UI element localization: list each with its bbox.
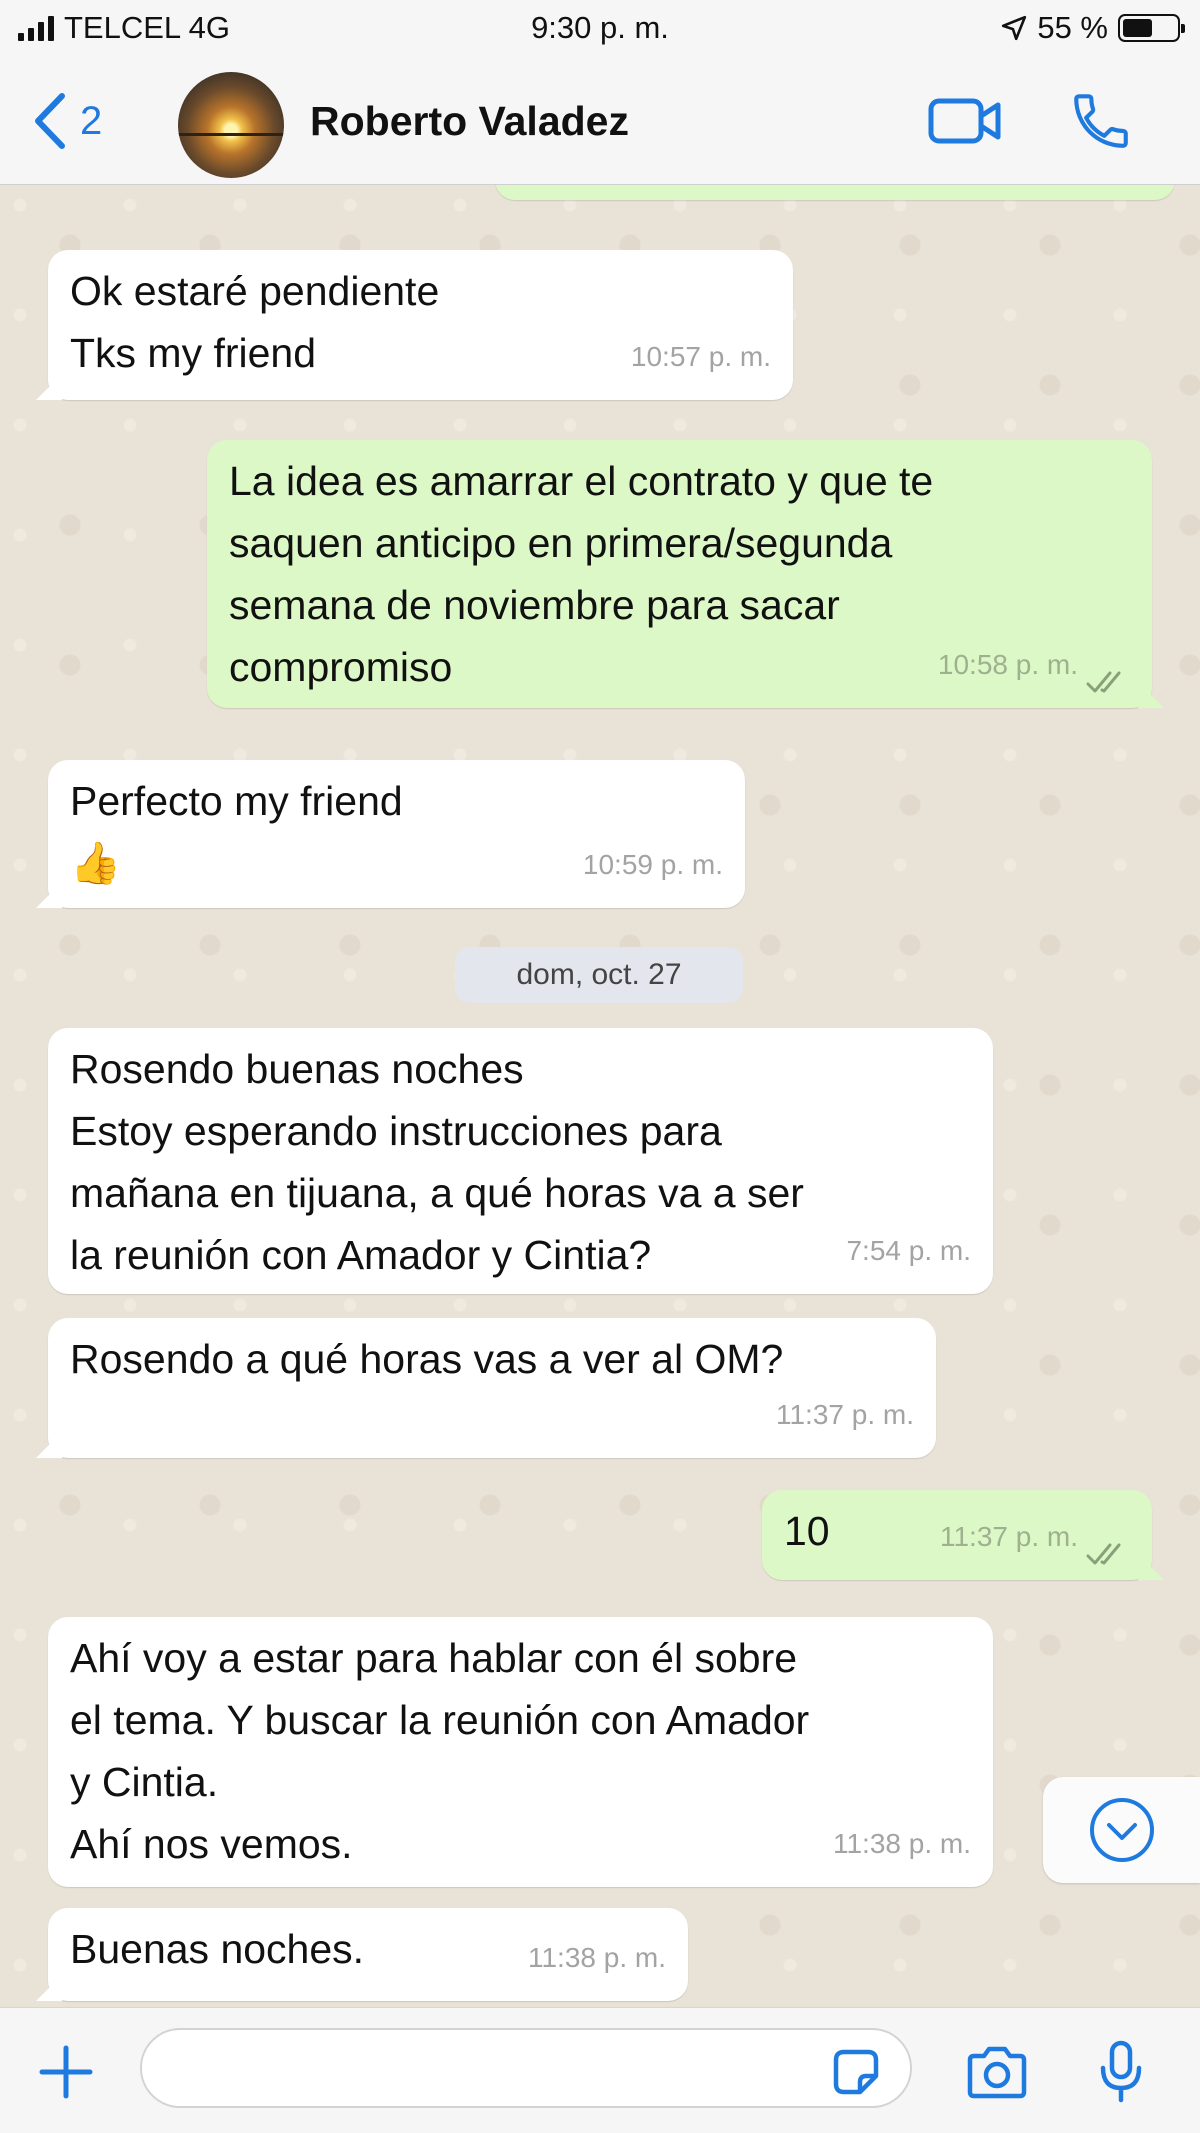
battery-percent: 55 %: [1037, 10, 1108, 45]
message-bubble[interactable]: Buenas noches. 11:38 p. m.: [48, 1908, 688, 2001]
date-separator: dom, oct. 27: [455, 947, 743, 1003]
message-time: 11:37 p. m.: [939, 1521, 1078, 1552]
scroll-down-icon: [1089, 1798, 1154, 1862]
chat-header: 2 Roberto Valadez: [0, 60, 1200, 185]
scroll-down-button[interactable]: [1043, 1777, 1200, 1883]
message-time: 10:59 p. m.: [582, 849, 723, 880]
message-time: 10:57 p. m.: [630, 341, 771, 372]
message-bubble[interactable]: Ahí voy a estar para hablar con él sobre…: [48, 1617, 993, 1887]
phone-icon[interactable]: [1068, 88, 1134, 154]
message-bubble[interactable]: Perfecto my friend 👍 10:59 p. m.: [48, 760, 745, 908]
chat-area[interactable]: Ok estaré pendiente Tks my friend 10:57 …: [0, 185, 1200, 2007]
status-bar: TELCEL 4G 9:30 p. m. 55 %: [0, 0, 1200, 60]
battery-icon: [1118, 14, 1185, 42]
back-chevron-icon: [35, 93, 65, 149]
contact-name[interactable]: Roberto Valadez: [310, 98, 629, 145]
video-call-icon[interactable]: [928, 96, 1002, 146]
status-right: 55 %: [1001, 10, 1185, 46]
camera-icon[interactable]: [964, 2046, 1030, 2100]
message-time: 11:38 p. m.: [527, 1942, 666, 1973]
message-time: 11:38 p. m.: [832, 1828, 971, 1859]
message-bubble[interactable]: 10 11:37 p. m.: [762, 1490, 1152, 1580]
message-text: Rosendo a qué horas vas a ver al OM?: [70, 1336, 784, 1382]
unread-count: 2: [80, 98, 103, 143]
message-time: 7:54 p. m.: [846, 1235, 971, 1266]
message-bubble[interactable]: Rosendo buenas noches Estoy esperando in…: [48, 1028, 993, 1294]
message-bubble[interactable]: La idea es amarrar el contrato y que te …: [207, 440, 1152, 708]
message-text: Rosendo buenas noches Estoy esperando in…: [70, 1046, 804, 1278]
message-bubble-partial: [495, 185, 1175, 200]
message-bubble[interactable]: Ok estaré pendiente Tks my friend 10:57 …: [48, 250, 793, 400]
microphone-icon[interactable]: [1098, 2040, 1144, 2104]
avatar[interactable]: [178, 72, 284, 178]
input-bar: [0, 2007, 1200, 2133]
message-bubble[interactable]: Rosendo a qué horas vas a ver al OM? 11:…: [48, 1318, 936, 1458]
message-time: 11:37 p. m.: [775, 1399, 914, 1430]
read-ticks-icon: [1086, 1543, 1121, 1565]
sticker-icon[interactable]: [830, 2046, 882, 2098]
plus-icon[interactable]: [38, 2044, 94, 2100]
read-ticks-icon: [1086, 671, 1121, 693]
back-button[interactable]: 2: [30, 90, 102, 152]
battery-fill: [1123, 19, 1152, 37]
message-input[interactable]: [140, 2028, 912, 2108]
message-time: 10:58 p. m.: [937, 649, 1078, 680]
location-arrow-icon: [1002, 15, 1027, 41]
